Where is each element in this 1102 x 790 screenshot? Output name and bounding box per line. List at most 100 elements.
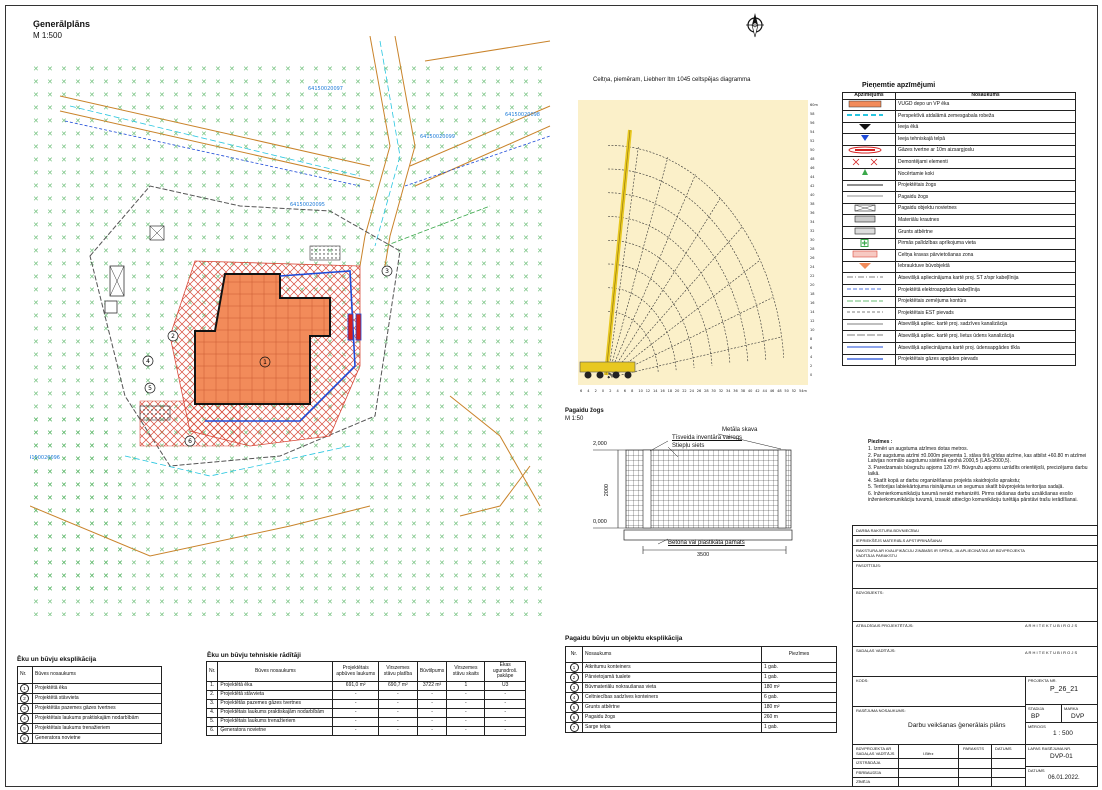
table-row: 3 Projektētās pazemes gāzes tvertnes: [17, 703, 162, 714]
legend-row: Projektētais EST pievads: [842, 307, 1076, 320]
tech-cell: U3: [484, 681, 526, 691]
row-note: 1 gab.: [761, 722, 837, 733]
tb-label-project-nr: PROJEKTA NR.: [1028, 678, 1057, 683]
table-row: 3. Projektētās pazemes gāzes tvertnes - - - -…: [205, 699, 526, 709]
table-row: 1 Projektētā ēka: [17, 683, 162, 694]
table-row: 5. Projektētais laukums trenažieriem - - - - -: [205, 717, 526, 727]
tech-cell: -: [446, 690, 486, 700]
fence-height: 2000: [603, 484, 610, 497]
legend-row: Nocērtamie koki: [842, 168, 1076, 181]
crane-axis-tick: 16: [810, 301, 814, 305]
parcel-id: 64150020097: [308, 86, 343, 92]
crane-axis-tick: 56: [810, 121, 814, 125]
crane-axis-tick: 52: [792, 389, 796, 393]
row-name: Ģeneratora novietne: [32, 733, 162, 744]
row-nr: 1: [565, 662, 583, 673]
crane-axis-tick: 58: [810, 112, 814, 116]
red-hatch-icon: [842, 249, 896, 262]
crane-axis-tick: 48: [777, 389, 781, 393]
tech-cell: -: [446, 717, 486, 727]
legend-item-label: Materiālu krautnes: [895, 214, 1076, 228]
crane-axis-tick: 14: [653, 389, 658, 393]
tb-label-date2: DATUMS: [995, 746, 1012, 751]
line-gas-icon: [842, 353, 896, 367]
fill-orange-icon: [842, 98, 896, 112]
crane-axis-tick: 48: [810, 157, 814, 161]
crane-diagram-title: Celtņa, piemēram, Liebherr ltm 1045 celt…: [593, 77, 751, 83]
row-note: 180 m²: [761, 682, 837, 693]
crane-axis-tick: 10: [638, 389, 642, 393]
map-marker: 5: [148, 385, 152, 392]
tech-cell: Projektētais laukums praktiskajām nodarb…: [217, 708, 334, 718]
tech-cell: -: [446, 699, 486, 709]
row-nr: 3: [565, 682, 583, 693]
tech-cell: -: [377, 726, 418, 736]
tech-cell: Ģeneratora novietne: [217, 726, 334, 736]
tech-header: Nr.: [205, 661, 219, 682]
legend-item-label: Pirmās palīdzības aprīkojuma vieta: [895, 237, 1076, 251]
row-nr: 7: [565, 722, 583, 733]
tb-row1: DARBA RAKSTURA BŪVNIECĪBAI: [856, 528, 919, 533]
site-plan-map[interactable]: ✕: [30, 36, 555, 621]
line-k-icon: [842, 318, 896, 332]
legend-item-label: Atsevišķā apliec. kartē proj. sadzīves k…: [895, 318, 1076, 332]
map-marker: 2: [171, 333, 175, 340]
tech-cell: -: [484, 699, 526, 709]
tb-label-date: DATUMS: [1028, 768, 1045, 773]
tb-sheet-nr: DVP-01: [1050, 753, 1073, 760]
row-nr: 5: [17, 723, 33, 734]
temp-header: Nr.: [565, 646, 583, 663]
box-x-icon: [842, 202, 896, 216]
legend-item-label: Atsevišķā apliecinājuma kartē proj. ūden…: [895, 341, 1076, 355]
crane-axis-tick: 28: [704, 389, 708, 393]
gas-tank-icon: [842, 144, 896, 158]
crane-axis-tick: 8: [810, 337, 812, 341]
crane-diagram: 60m5856545250484644424038363432302826242…: [578, 100, 818, 393]
crane-axis-tick: 24: [810, 265, 815, 269]
tb-label-manager: BŪVPROJEKTA AR SADAĻAS VADĪTĀJS: [856, 746, 895, 756]
crane-axis-tick: 44: [763, 389, 768, 393]
note-item: 1. Izmēri un augstuma atzīmes dotas metr…: [868, 445, 969, 452]
tech-cell: Projektētais laukums trenažieriem: [217, 717, 334, 727]
legend-item-label: Perspektīvā atdalāmā zemesgabala robeža: [895, 110, 1076, 123]
tech-cell: Projektētā stāvvieta: [217, 690, 334, 700]
tech-cell: -: [484, 690, 526, 700]
tech-cell: 5.: [205, 717, 219, 727]
tb-stage: BP: [1031, 713, 1040, 720]
tb-project-nr: P_26_21: [1050, 686, 1079, 693]
tech-cell: 690,7 m²: [377, 681, 418, 691]
legend-item-label: Projektētais EST pievads: [895, 307, 1076, 320]
legend-item-label: VUGD depo un VP ēka: [895, 98, 1076, 112]
tb-label-drawing-name: RASĒJUMA NOSAUKUMS:: [856, 708, 906, 713]
row-nr: 3: [17, 703, 33, 714]
table-row: 6 Ģeneratora novietne: [17, 733, 162, 744]
tb-row3: RAKSTURA AR KVALIFIKĀCIJU ZINĀMĀS IR SPĒ…: [856, 548, 1025, 558]
crane-axis-tick: 40: [810, 193, 814, 197]
legend-row: Atsevišķā apliec. kartē proj. lietus ūde…: [842, 330, 1076, 343]
row-name: Grunts atbērtne: [582, 702, 762, 713]
crane-axis-tick: 6: [810, 346, 812, 350]
crane-axis-tick: 34: [810, 220, 815, 224]
parcel-id: 64150020098: [505, 112, 540, 118]
crane-axis-tick: 38: [741, 389, 745, 393]
crane-axis-tick: 36: [733, 389, 737, 393]
legend-item-label: Celtņa kravas pārvietošanas zona: [895, 249, 1076, 262]
tri-black-icon: [842, 121, 896, 135]
tech-cell: -: [377, 690, 418, 700]
crane-axis-tick: 32: [810, 229, 814, 233]
tech-cell: -: [377, 699, 418, 709]
tech-cell: 4.: [205, 708, 219, 718]
crane-axis-tick: 18: [810, 292, 814, 296]
tb-row2: IEPRIEKŠĒJS MATERIĀLS APSTIPRINĀŠANAI: [856, 538, 942, 543]
legend-row: Projektētais gāzes apgādes pievads: [842, 353, 1076, 367]
table-row: 4 Projektētais laukums praktiskajām nodar…: [17, 713, 162, 724]
tech-cell: 3722 m³: [416, 681, 448, 691]
legend-row: Demontējami elementi: [842, 156, 1076, 170]
gas-tank: [355, 313, 362, 341]
tech-cell: 691,0 m²: [332, 681, 379, 691]
parcel-id: 64150020099: [420, 134, 455, 140]
crane-axis-tick: 54m: [799, 389, 807, 393]
legend-title: Pieņemtie apzīmējumi: [862, 82, 936, 89]
crane-axis-tick: 36: [810, 211, 814, 215]
tri-blue-icon: [842, 133, 896, 146]
